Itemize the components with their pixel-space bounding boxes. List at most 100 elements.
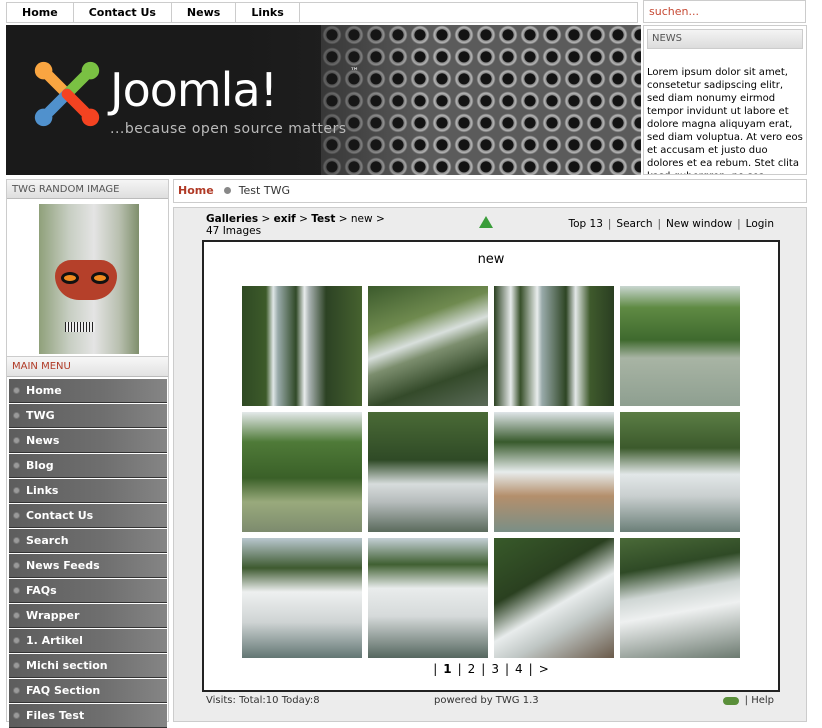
link-new-window[interactable]: New window bbox=[666, 218, 732, 230]
gallery-thumbnail[interactable] bbox=[242, 538, 362, 658]
menu-item-label: Links bbox=[26, 483, 59, 497]
main-menu-title: MAIN MENU bbox=[7, 357, 168, 377]
bullet-icon bbox=[13, 412, 20, 419]
random-image-module: TWG RANDOM IMAGE bbox=[6, 179, 169, 357]
top-nav: Home Contact Us News Links bbox=[6, 2, 638, 23]
crumb-new: new bbox=[350, 213, 373, 225]
bullet-icon bbox=[13, 587, 20, 594]
bullet-icon bbox=[13, 662, 20, 669]
pager-next[interactable]: > bbox=[539, 662, 549, 676]
pager-separator: | bbox=[433, 662, 438, 676]
pager-page[interactable]: 3 bbox=[491, 662, 499, 676]
menu-item-label: Michi section bbox=[26, 658, 108, 672]
pager-separator: | bbox=[528, 662, 533, 676]
logo-tagline: ...because open source matters bbox=[110, 121, 347, 137]
image-count: 47 Images bbox=[206, 225, 262, 237]
news-module: NEWS Lorem ipsum dolor sit amet, consete… bbox=[643, 25, 807, 175]
logo-trademark: ™ bbox=[350, 67, 359, 77]
menu-item[interactable]: Wrapper bbox=[9, 604, 167, 628]
gallery-thumbnail[interactable] bbox=[368, 538, 488, 658]
menu-item-label: Search bbox=[26, 533, 69, 547]
pager-separator: | bbox=[457, 662, 462, 676]
menu-item-label: Wrapper bbox=[26, 608, 80, 622]
menu-item[interactable]: Links bbox=[9, 479, 167, 503]
twg-gallery: Galleries > exif > Test > new > 47 Image… bbox=[173, 207, 807, 722]
nav-contact-us[interactable]: Contact Us bbox=[74, 3, 172, 22]
twg-links: Top 13 | Search | New window | Login bbox=[568, 218, 774, 230]
menu-item[interactable]: Files Test bbox=[9, 704, 167, 728]
gallery-thumbnail[interactable] bbox=[494, 412, 614, 532]
gallery-title: new bbox=[477, 252, 505, 267]
gallery-thumbnail[interactable] bbox=[620, 538, 740, 658]
home-icon[interactable] bbox=[722, 696, 739, 705]
bullet-icon bbox=[13, 512, 20, 519]
main-menu-module: MAIN MENU Home TWG News Blog Links Contact Us… bbox=[6, 357, 169, 728]
news-module-title: NEWS bbox=[647, 29, 803, 49]
help-link[interactable]: | Help bbox=[745, 695, 774, 706]
menu-item-label: 1. Artikel bbox=[26, 633, 83, 647]
pager-separator: | bbox=[504, 662, 510, 676]
pager-separator: | bbox=[481, 662, 486, 676]
bullet-icon bbox=[13, 562, 20, 569]
menu-item[interactable]: TWG bbox=[9, 404, 167, 428]
menu-item-label: Blog bbox=[26, 458, 54, 472]
bullet-icon bbox=[13, 387, 20, 394]
link-top-13[interactable]: Top 13 bbox=[568, 218, 602, 230]
breadcrumb-home[interactable]: Home bbox=[178, 184, 214, 197]
pager-page[interactable]: 2 bbox=[468, 662, 476, 676]
menu-item-label: Files Test bbox=[26, 708, 85, 722]
main-menu-list: Home TWG News Blog Links Contact Us Search News… bbox=[7, 379, 168, 728]
menu-item[interactable]: Blog bbox=[9, 454, 167, 478]
nav-home[interactable]: Home bbox=[7, 3, 74, 22]
menu-item[interactable]: Search bbox=[9, 529, 167, 553]
nav-links[interactable]: Links bbox=[236, 3, 300, 22]
gallery-thumbnail[interactable] bbox=[242, 412, 362, 532]
bullet-icon bbox=[13, 462, 20, 469]
random-image-thumbnail[interactable] bbox=[39, 204, 139, 354]
news-module-body: Lorem ipsum dolor sit amet, consetetur s… bbox=[647, 67, 803, 174]
bullet-icon bbox=[13, 687, 20, 694]
gallery-thumbnail[interactable] bbox=[242, 286, 362, 406]
header-banner: Joomla! ™ ...because open source matters bbox=[6, 25, 641, 175]
search-input[interactable] bbox=[644, 1, 805, 22]
search-box bbox=[643, 0, 806, 23]
menu-item[interactable]: News Feeds bbox=[9, 554, 167, 578]
menu-item[interactable]: News bbox=[9, 429, 167, 453]
gallery-thumbnail[interactable] bbox=[368, 412, 488, 532]
twg-breadcrumb: Galleries > exif > Test > new > 47 Image… bbox=[206, 213, 385, 237]
menu-item[interactable]: Michi section bbox=[9, 654, 167, 678]
powered-by: powered by TWG 1.3 bbox=[434, 695, 539, 706]
gallery-thumbnail[interactable] bbox=[494, 286, 614, 406]
thumbnail-panel: new | 1 | 2 | 3 | 4 | > bbox=[202, 240, 780, 692]
link-login[interactable]: Login bbox=[746, 218, 774, 230]
menu-item-label: News bbox=[26, 433, 60, 447]
menu-item-label: FAQ Section bbox=[26, 683, 101, 697]
gallery-thumbnail[interactable] bbox=[368, 286, 488, 406]
gallery-thumbnail[interactable] bbox=[494, 538, 614, 658]
menu-item[interactable]: 1. Artikel bbox=[9, 629, 167, 653]
menu-item-label: Contact Us bbox=[26, 508, 94, 522]
bullet-icon bbox=[13, 437, 20, 444]
pagination: | 1 | 2 | 3 | 4 | > bbox=[204, 662, 778, 676]
random-image-title: TWG RANDOM IMAGE bbox=[7, 180, 168, 199]
crumb-exif[interactable]: exif bbox=[274, 213, 296, 225]
pager-page[interactable]: 4 bbox=[515, 662, 523, 676]
menu-item[interactable]: FAQ Section bbox=[9, 679, 167, 703]
gallery-thumbnail[interactable] bbox=[620, 412, 740, 532]
bullet-icon bbox=[13, 612, 20, 619]
menu-item-label: TWG bbox=[26, 408, 55, 422]
up-arrow-icon[interactable] bbox=[479, 216, 493, 228]
crumb-test[interactable]: Test bbox=[311, 213, 335, 225]
menu-item[interactable]: Home bbox=[9, 379, 167, 403]
menu-item-label: Home bbox=[26, 383, 62, 397]
menu-item-label: FAQs bbox=[26, 583, 57, 597]
nav-news[interactable]: News bbox=[172, 3, 237, 22]
breadcrumb: Home Test TWG bbox=[173, 179, 807, 203]
link-search[interactable]: Search bbox=[616, 218, 652, 230]
menu-item[interactable]: FAQs bbox=[9, 579, 167, 603]
menu-item[interactable]: Contact Us bbox=[9, 504, 167, 528]
pager-page[interactable]: 1 bbox=[443, 662, 451, 676]
crumb-galleries[interactable]: Galleries bbox=[206, 213, 258, 225]
gallery-thumbnail[interactable] bbox=[620, 286, 740, 406]
visits-counter: Visits: Total:10 Today:8 bbox=[206, 695, 320, 706]
